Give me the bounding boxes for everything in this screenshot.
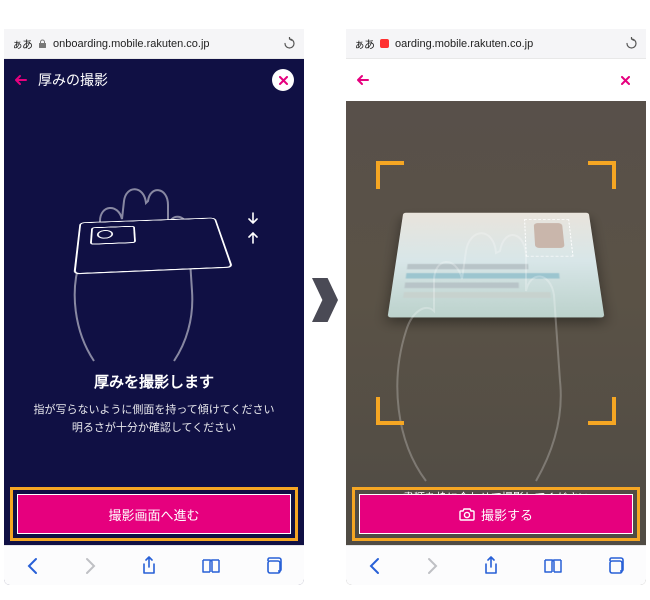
- bookmarks-icon[interactable]: [543, 558, 563, 574]
- nav-forward-icon: [83, 557, 97, 575]
- tabs-icon[interactable]: [606, 557, 624, 575]
- camera-panel: 書類を枠に合わせて撮影してください 撮影する: [346, 101, 646, 585]
- tabs-icon[interactable]: [264, 557, 282, 575]
- capture-button[interactable]: 撮影する: [359, 494, 633, 534]
- close-button[interactable]: [614, 69, 636, 91]
- close-button[interactable]: [272, 69, 294, 91]
- phone-left: ぁあ onboarding.mobile.rakuten.co.jp 厚みの撮影: [4, 15, 304, 585]
- back-arrow-icon[interactable]: [356, 73, 370, 87]
- frame-corner-icon: [588, 397, 616, 425]
- share-icon[interactable]: [141, 556, 157, 576]
- ios-statusbar: [346, 15, 646, 29]
- cta-highlight-frame: 撮影する: [352, 487, 640, 541]
- lock-icon: [38, 39, 47, 49]
- refresh-icon[interactable]: [283, 37, 296, 50]
- close-icon: [279, 76, 288, 85]
- nav-back-icon[interactable]: [26, 557, 40, 575]
- proceed-button[interactable]: 撮影画面へ進む: [17, 494, 291, 534]
- safari-addressbar[interactable]: ぁあ onboarding.mobile.rakuten.co.jp: [4, 29, 304, 59]
- frame-corner-icon: [376, 397, 404, 425]
- instruction-body: 指が写らないように側面を持って傾けてください 明るさが十分か確認してください: [34, 402, 275, 437]
- safari-toolbar: [4, 545, 304, 585]
- recording-indicator-icon: [380, 39, 389, 48]
- frame-corner-icon: [588, 161, 616, 189]
- nav-forward-icon: [425, 557, 439, 575]
- frame-corner-icon: [376, 161, 404, 189]
- url-text[interactable]: oarding.mobile.rakuten.co.jp: [395, 38, 619, 50]
- instruction-panel: 厚みを撮影します 指が写らないように側面を持って傾けてください 明るさが十分か確…: [4, 101, 304, 585]
- cta-highlight-frame: 撮影画面へ進む: [10, 487, 298, 541]
- app-header: 厚みの撮影: [4, 59, 304, 101]
- text-size-control[interactable]: ぁあ: [354, 36, 374, 52]
- thickness-arrows-icon: [246, 211, 260, 245]
- refresh-icon[interactable]: [625, 37, 638, 50]
- card-thickness-illustration: [34, 131, 274, 371]
- capture-button-label: 撮影する: [481, 505, 533, 524]
- nav-back-icon[interactable]: [368, 557, 382, 575]
- app-header: 厚みの撮影: [346, 59, 646, 101]
- share-icon[interactable]: [483, 556, 499, 576]
- url-text[interactable]: onboarding.mobile.rakuten.co.jp: [53, 38, 277, 50]
- transition-arrow-icon: [312, 278, 338, 322]
- page-title: 厚みの撮影: [380, 70, 450, 90]
- instruction-heading: 厚みを撮影します: [34, 371, 275, 392]
- safari-toolbar: [346, 545, 646, 585]
- proceed-button-label: 撮影画面へ進む: [108, 505, 199, 524]
- bookmarks-icon[interactable]: [201, 558, 221, 574]
- text-size-control[interactable]: ぁあ: [12, 36, 32, 52]
- ios-statusbar: [4, 15, 304, 29]
- camera-icon: [459, 508, 475, 521]
- capture-frame: [376, 161, 616, 425]
- close-icon: [621, 76, 630, 85]
- safari-addressbar[interactable]: ぁあ oarding.mobile.rakuten.co.jp: [346, 29, 646, 59]
- back-arrow-icon[interactable]: [14, 73, 28, 87]
- page-title: 厚みの撮影: [38, 70, 108, 90]
- phone-right: ぁあ oarding.mobile.rakuten.co.jp 厚みの撮影: [346, 15, 646, 585]
